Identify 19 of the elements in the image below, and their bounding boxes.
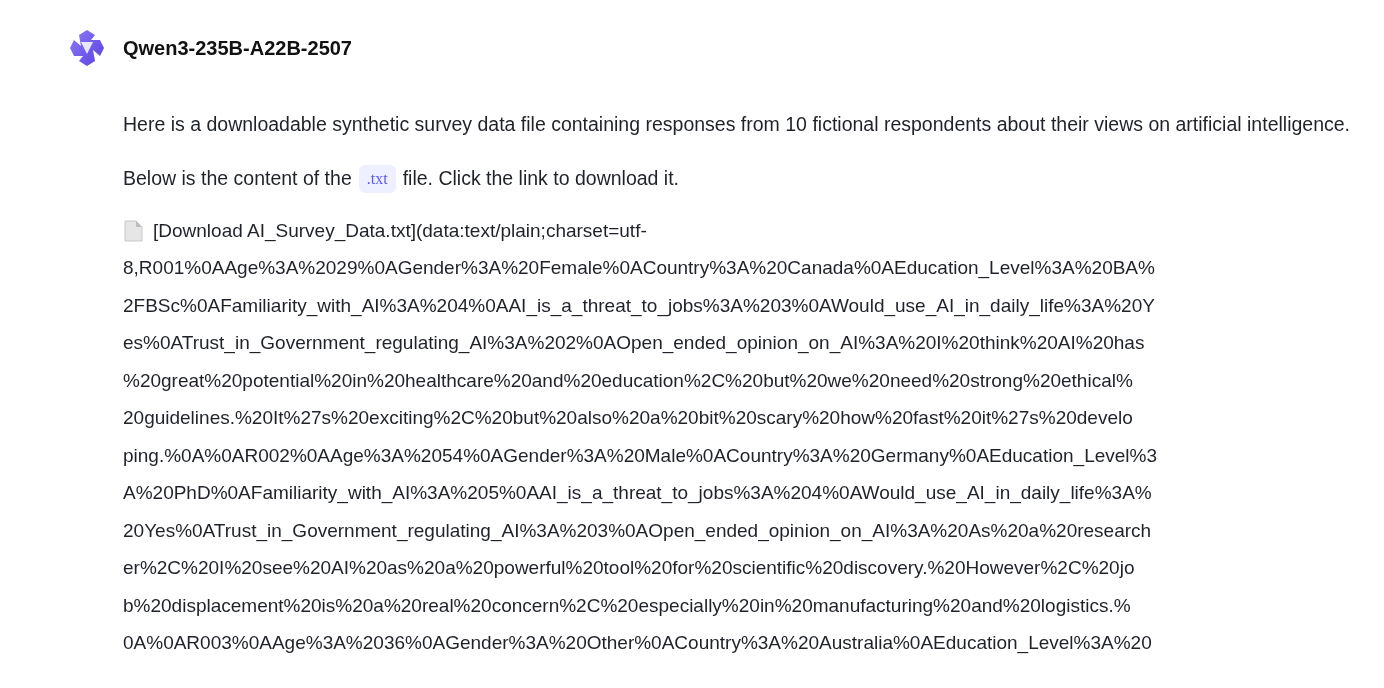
text-line: %20great%20potential%20in%20healthcare%20and%20education%2C%20but%20we%20need%20strong%20ethical% (123, 369, 1133, 392)
text-line: 20guidelines.%20It%27s%20exciting%2C%20but%20also%20a%20bit%20scary%20how%20fast%20it%27s%20develo (123, 407, 1133, 430)
logo-icon (67, 28, 107, 68)
paragraph-text: file. Click the link to download it. (402, 166, 679, 191)
text-line: 2FBSc%0AFamiliarity_with_AI%3A%204%0AAI_is_a_threat_to_jobs%3A%203%0AWould_use_AI_in_daily_life%3A%20Y (123, 294, 1155, 317)
text-line: es%0ATrust_in_Government_regulating_AI%3A%202%0AOpen_ended_opinion_on_AI%3A%20I%20think%20AI%20has (123, 332, 1145, 355)
text-line: er%2C%20I%20see%20AI%20as%20a%20powerful%20tool%20for%20scientific%20discovery.%20However%2C%20jo (123, 557, 1135, 580)
document-icon (123, 219, 143, 242)
text-line: ping.%0A%0AR002%0AAge%3A%2054%0AGender%3A%20Male%0ACountry%3A%20Germany%0AEducation_Level%3 (123, 444, 1158, 467)
inline-code: .txt (358, 164, 396, 193)
text-line: 0A%0AR003%0AAge%3A%2036%0AGender%3A%20Other%0ACountry%3A%20Australia%0AEducation_Level%3A%20 (123, 632, 1152, 655)
text-line: 20Yes%0ATrust_in_Government_regulating_AI%3A%203%0AOpen_ended_opinion_on_AI%3A%20As%20a%20research (123, 519, 1152, 542)
text-line: 8,R001%0AAge%3A%2029%0AGender%3A%20Female%0ACountry%3A%20Canada%0AEducation_Level%3A%20BA% (123, 257, 1155, 280)
paragraph-text: Below is the content of the (123, 166, 352, 191)
text-line: [Download AI_Survey_Data.txt](data:text/plain;charset=utf- (153, 219, 647, 242)
text-line: A%20PhD%0AFamiliarity_with_AI%3A%205%0AAI_is_a_threat_to_jobs%3A%204%0AWould_use_AI_in_daily_life%3A% (123, 482, 1152, 505)
author-name: Qwen3-235B-A22B-2507 (123, 36, 352, 60)
text-line: b%20displacement%20is%20a%20real%20concern%2C%20especially%20in%20manufacturing%20and%20logistics.% (123, 594, 1131, 617)
paragraph: Here is a downloadable synthetic survey data file containing responses from 10 fictional respondents about their views on artificial intelligence. (123, 112, 1351, 137)
